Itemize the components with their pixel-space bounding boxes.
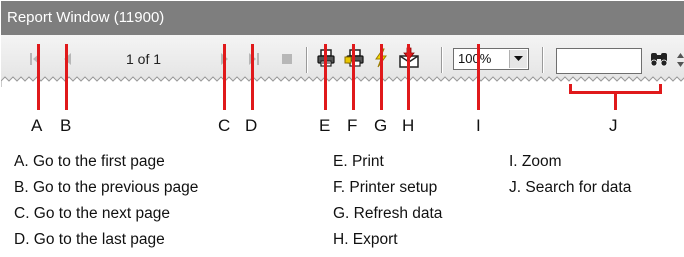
previous-page-button[interactable]	[62, 51, 74, 67]
callout-line-g	[380, 44, 383, 110]
callout-label-j: J	[609, 116, 618, 135]
legend-item: B. Go to the previous page	[14, 179, 199, 196]
toolbar-separator	[542, 47, 544, 73]
callout-label-e: E	[319, 116, 331, 135]
callout-line-d	[251, 44, 254, 110]
search-input[interactable]	[556, 48, 642, 74]
legend-item: H. Export	[333, 231, 398, 248]
callout-label-h: H	[402, 116, 415, 135]
callout-label-a: A	[31, 116, 43, 135]
stop-button[interactable]	[281, 53, 293, 65]
last-page-icon	[249, 53, 259, 65]
legend-column: E. Print F. Printer setup G. Refresh dat…	[333, 151, 442, 255]
callout-line-a	[37, 44, 40, 110]
stop-icon	[282, 54, 292, 64]
legend-item: G. Refresh data	[333, 205, 443, 222]
window-title: Report Window (11900)	[7, 9, 165, 26]
legend-item: F. Printer setup	[333, 179, 438, 196]
legend-item: A. Go to the first page	[14, 153, 165, 170]
toolbar-separator	[441, 47, 443, 73]
callout-line-f	[352, 44, 355, 110]
legend-item: C. Go to the next page	[14, 205, 170, 222]
callout-bracket-j	[659, 84, 662, 94]
zoom-dropdown-button[interactable]	[509, 50, 527, 68]
legend-column: A. Go to the first page B. Go to the pre…	[14, 151, 198, 255]
last-page-button[interactable]	[247, 51, 261, 67]
scroll-arrows-icon	[677, 53, 684, 67]
callout-label-c: C	[218, 116, 231, 135]
binoculars-icon	[650, 53, 668, 67]
toolbar-separator	[306, 47, 308, 73]
report-window: Report Window (11900) 1 of 1 100%	[1, 1, 684, 87]
page-count: 1 of 1	[126, 51, 162, 67]
chevron-down-icon	[514, 56, 523, 61]
callout-label-f: F	[347, 116, 358, 135]
zoom-value: 100%	[458, 51, 492, 66]
callout-line-b	[65, 44, 68, 110]
callout-label-b: B	[60, 116, 72, 135]
callout-label-d: D	[245, 116, 258, 135]
legend-item: D. Go to the last page	[14, 231, 165, 248]
callout-line-c	[223, 44, 226, 110]
search-button[interactable]	[649, 50, 669, 68]
toolbar-scroll-arrows[interactable]	[677, 51, 684, 69]
zoom-select[interactable]: 100%	[453, 48, 529, 70]
callout-label-g: G	[374, 116, 388, 135]
callout-label-i: I	[476, 116, 481, 135]
legend-column: I. Zoom J. Search for data	[509, 151, 631, 203]
callout-line-h	[407, 44, 410, 110]
callout-line-j	[614, 91, 617, 110]
previous-page-icon	[64, 53, 71, 65]
legend-item: J. Search for data	[509, 179, 632, 196]
legend-item: E. Print	[333, 153, 384, 170]
callout-line-i	[477, 44, 480, 110]
callout-line-e	[324, 44, 327, 110]
title-bar: Report Window (11900)	[1, 1, 684, 35]
legend-item: I. Zoom	[509, 153, 562, 170]
torn-edge	[1, 76, 684, 87]
